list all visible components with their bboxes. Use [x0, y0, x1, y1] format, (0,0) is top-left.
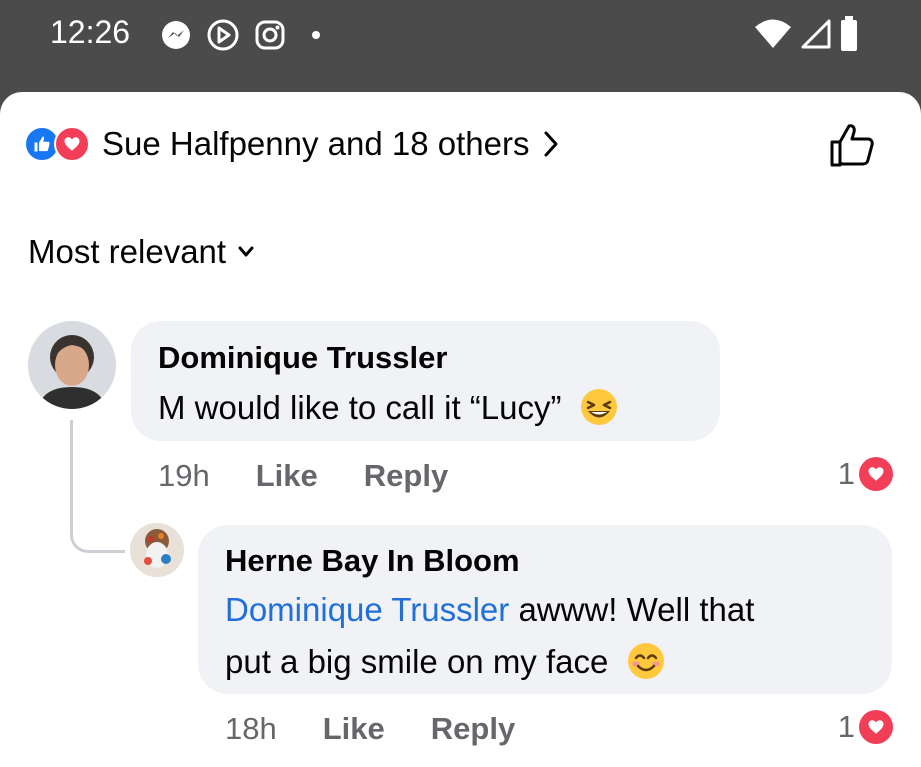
status-time: 12:26 [50, 14, 131, 50]
wifi-icon [755, 19, 791, 48]
chevron-right-icon [544, 131, 558, 157]
comment-text: M would like to call it “Lucy” [158, 387, 619, 427]
battery-icon [841, 16, 857, 51]
messenger-icon [162, 21, 190, 49]
love-reaction-icon [859, 710, 893, 744]
reply-reaction-count[interactable]: 1 [838, 709, 893, 745]
reaction-count: 1 [837, 709, 855, 744]
notification-icons [160, 18, 322, 52]
avatar[interactable] [28, 321, 116, 409]
smiling-emoji-icon [627, 643, 664, 679]
play-store-icon [207, 19, 239, 51]
reply-text-line-2: put a big smile on my face [225, 641, 666, 681]
system-icons [753, 16, 859, 52]
chevron-down-icon [238, 246, 254, 257]
comment-author[interactable]: Dominique Trussler [158, 340, 447, 376]
comment-actions: 19h Like Reply [158, 458, 448, 494]
mention-link[interactable]: Dominique Trussler [225, 591, 509, 628]
love-reaction-icon [54, 126, 90, 162]
like-post-button[interactable] [828, 122, 876, 173]
notification-dot-icon [312, 31, 320, 39]
reactions-summary[interactable]: Sue Halfpenny and 18 others [24, 125, 559, 163]
thread-connector [70, 420, 125, 553]
reactors-text: Sue Halfpenny and 18 others [102, 125, 530, 162]
laughing-emoji-icon [580, 389, 617, 425]
reply-text-line-1: Dominique Trussler awww! Well that [225, 591, 755, 628]
signal-icon [801, 19, 831, 49]
status-bar: 12:26 [0, 0, 921, 92]
comment-reaction-count[interactable]: 1 [838, 456, 893, 492]
instagram-icon [255, 20, 285, 50]
sort-dropdown[interactable]: Most relevant [28, 233, 254, 271]
reaction-count: 1 [837, 456, 855, 491]
reply-actions: 18h Like Reply [225, 711, 515, 747]
reply-avatar[interactable] [130, 523, 184, 577]
sort-label: Most relevant [28, 233, 227, 270]
love-reaction-icon [859, 457, 893, 491]
reply-author[interactable]: Herne Bay In Bloom [225, 543, 520, 579]
thumbs-up-icon [830, 124, 874, 167]
reply-button[interactable]: Reply [431, 711, 515, 747]
reply-button[interactable]: Reply [364, 458, 448, 494]
comment-time: 19h [158, 458, 210, 493]
like-button[interactable]: Like [323, 711, 385, 747]
like-button[interactable]: Like [256, 458, 318, 494]
reply-time: 18h [225, 711, 277, 746]
